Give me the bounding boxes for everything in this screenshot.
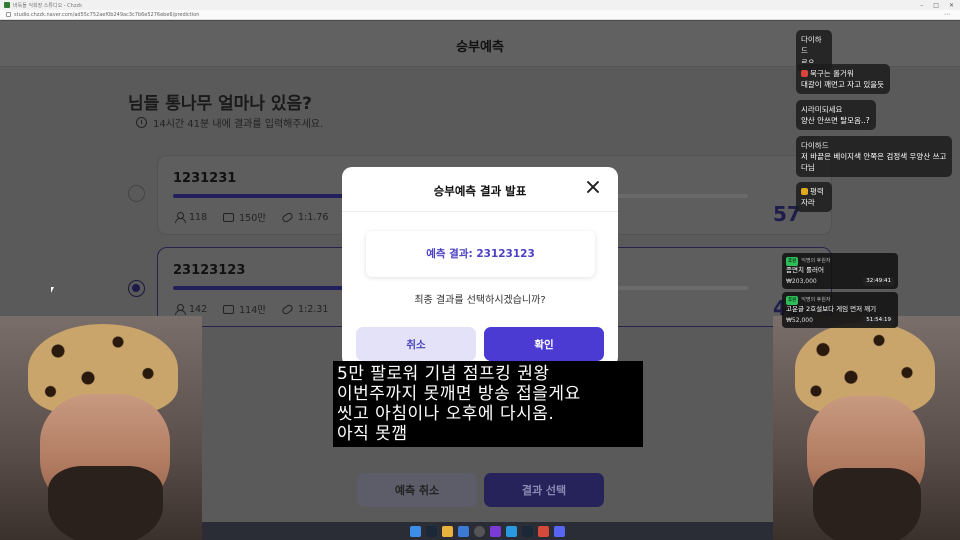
webcam-left xyxy=(0,316,202,540)
badge-icon xyxy=(801,188,808,195)
modal-cancel-button[interactable]: 취소 xyxy=(356,327,476,361)
chat-text: 저 바끝은 베이지색 안쪽은 검정색 우양산 쓰고 다님 xyxy=(801,152,947,172)
browser-titlebar: 바둑돌 식회장 스튜디오 - Chzzk – □ ✕ xyxy=(0,0,960,10)
points-total: 114만 xyxy=(239,305,267,316)
option-title: 1231231 xyxy=(173,171,237,186)
chat-nick: 평력 xyxy=(810,187,824,196)
close-window-icon[interactable]: ✕ xyxy=(949,2,954,9)
timer-text: 14시간 41분 내에 결과를 입력해주세요. xyxy=(153,119,324,130)
maximize-icon[interactable]: □ xyxy=(933,2,939,9)
modal-divider xyxy=(342,211,618,212)
modal-title: 승부예측 결과 발표 xyxy=(433,184,527,198)
lock-icon xyxy=(6,12,11,17)
ratio-icon xyxy=(281,210,295,224)
notice-line: 이번주까지 못깨면 방송 접을게요 xyxy=(337,384,581,404)
clock-icon xyxy=(136,117,147,128)
obs-icon[interactable] xyxy=(474,525,485,537)
more-options-icon[interactable]: ⋯ xyxy=(944,11,950,18)
folder-icon[interactable] xyxy=(458,525,469,537)
window-controls: – □ ✕ xyxy=(920,0,954,10)
donation-time: 51:54:19 xyxy=(863,316,894,325)
person-icon xyxy=(175,304,186,315)
minimize-icon[interactable]: – xyxy=(920,2,923,9)
chat-message: 북구는 롤거워 대갈이 깨먼고 자고 있을듯 xyxy=(796,64,890,94)
donation-amount: ₩203,000 xyxy=(786,278,817,285)
mouse-cursor-icon xyxy=(51,287,54,293)
app-icon xyxy=(4,2,10,8)
streamer-beard xyxy=(813,468,921,540)
donation-sender: 익명의 후원자 xyxy=(801,258,831,264)
app-icon[interactable] xyxy=(538,525,549,537)
option-1-radio[interactable] xyxy=(128,185,145,202)
payout-ratio: 1:2.31 xyxy=(298,303,329,315)
confirm-question: 최종 결과를 선택하시겠습니까? xyxy=(414,295,546,306)
result-announce-modal: 승부예측 결과 발표 예측 결과: 23123123 최종 결과를 선택하시겠습… xyxy=(342,167,618,367)
chat-message: 시라미되세요 양산 안쓰면 탈모옴..? xyxy=(796,100,876,130)
notice-line: 씻고 아침이나 오후에 다시옴. xyxy=(337,404,555,424)
points-icon xyxy=(223,212,235,222)
result-box: 예측 결과: 23123123 xyxy=(366,231,595,277)
notice-line: 5만 팔로워 기념 점프킹 권왕 xyxy=(337,364,550,384)
stream-notice-overlay: 5만 팔로워 기념 점프킹 권왕 이번주까지 못깨면 방송 접을게요 씻고 아침… xyxy=(333,361,643,447)
prediction-question: 님들 통나무 얼마나 있음? xyxy=(128,94,313,114)
app-icon[interactable] xyxy=(490,525,501,537)
chat-nick: 다이하드 xyxy=(801,141,829,150)
close-icon[interactable] xyxy=(586,180,600,194)
chat-message: 다이하드 저 바끝은 베이지색 안쪽은 검정색 우양산 쓰고 다님 xyxy=(796,136,952,177)
participants-count: 142 xyxy=(189,303,208,315)
donation-tag: 후원 xyxy=(786,296,799,305)
payout-ratio: 1:1.76 xyxy=(298,211,329,223)
points-icon xyxy=(223,304,235,314)
donation-amount: ₩52,000 xyxy=(786,317,813,324)
donation-time: 32:49:41 xyxy=(863,277,894,286)
ratio-icon xyxy=(281,302,295,316)
discord-icon[interactable] xyxy=(554,525,565,537)
donation-tag: 후원 xyxy=(786,257,799,266)
timer-notice: 14시간 41분 내에 결과를 입력해주세요. xyxy=(136,115,323,130)
person-icon xyxy=(175,212,186,223)
chat-text: 양산 안쓰면 탈모옴..? xyxy=(801,116,870,125)
option-stats: 142 114만 1:2.31 xyxy=(175,302,328,316)
url-text[interactable]: studio.chzzk.naver.com/ad55c752aef0b249a… xyxy=(14,12,199,18)
app-icon[interactable] xyxy=(506,525,517,537)
chat-nick: 북구는 롤거워 xyxy=(810,69,854,78)
donation-card: 후원 익명의 후원자 좀면치 롤러어 ₩203,000 32:49:41 xyxy=(782,253,898,289)
steam-icon[interactable] xyxy=(426,525,437,537)
option-2-radio[interactable] xyxy=(128,280,145,297)
windows-start-icon[interactable] xyxy=(410,525,421,537)
option-title: 23123123 xyxy=(173,263,246,278)
donation-message: 좀면치 롤러어 xyxy=(786,266,824,274)
badge-icon xyxy=(801,70,808,77)
modal-confirm-button[interactable]: 확인 xyxy=(484,327,604,361)
steam-icon[interactable] xyxy=(522,525,533,537)
donation-sender: 익명의 후원자 xyxy=(801,297,831,303)
address-bar[interactable]: studio.chzzk.naver.com/ad55c752aef0b249a… xyxy=(0,10,960,20)
option-stats: 118 150만 1:1.76 xyxy=(175,210,328,224)
chat-message: 평력 자라 xyxy=(796,182,832,212)
tab-title: 바둑돌 식회장 스튜디오 - Chzzk xyxy=(13,2,82,9)
notice-line: 아직 못깸 xyxy=(337,424,408,444)
participants-count: 118 xyxy=(189,211,208,223)
webcam-right xyxy=(773,316,960,540)
streamer-beard xyxy=(48,466,163,540)
chat-text: 대갈이 깨먼고 자고 있을듯 xyxy=(801,80,885,89)
donation-card: 후원 익명의 후원자 고운글 2호설보다 게임 먼저 깨기 ₩52,000 51:… xyxy=(782,292,898,328)
taskbar xyxy=(202,522,773,540)
chrome-icon[interactable] xyxy=(442,525,453,537)
select-result-button[interactable]: 결과 선택 xyxy=(484,473,604,507)
cancel-prediction-button[interactable]: 예측 취소 xyxy=(357,473,477,507)
points-total: 150만 xyxy=(239,213,267,224)
chat-nick: 시라미되세요 xyxy=(801,105,843,114)
donation-message: 고운글 2호설보다 게임 먼저 깨기 xyxy=(786,305,877,313)
chat-text: 자라 xyxy=(801,198,815,207)
chat-nick: 다이하드 xyxy=(801,35,822,55)
